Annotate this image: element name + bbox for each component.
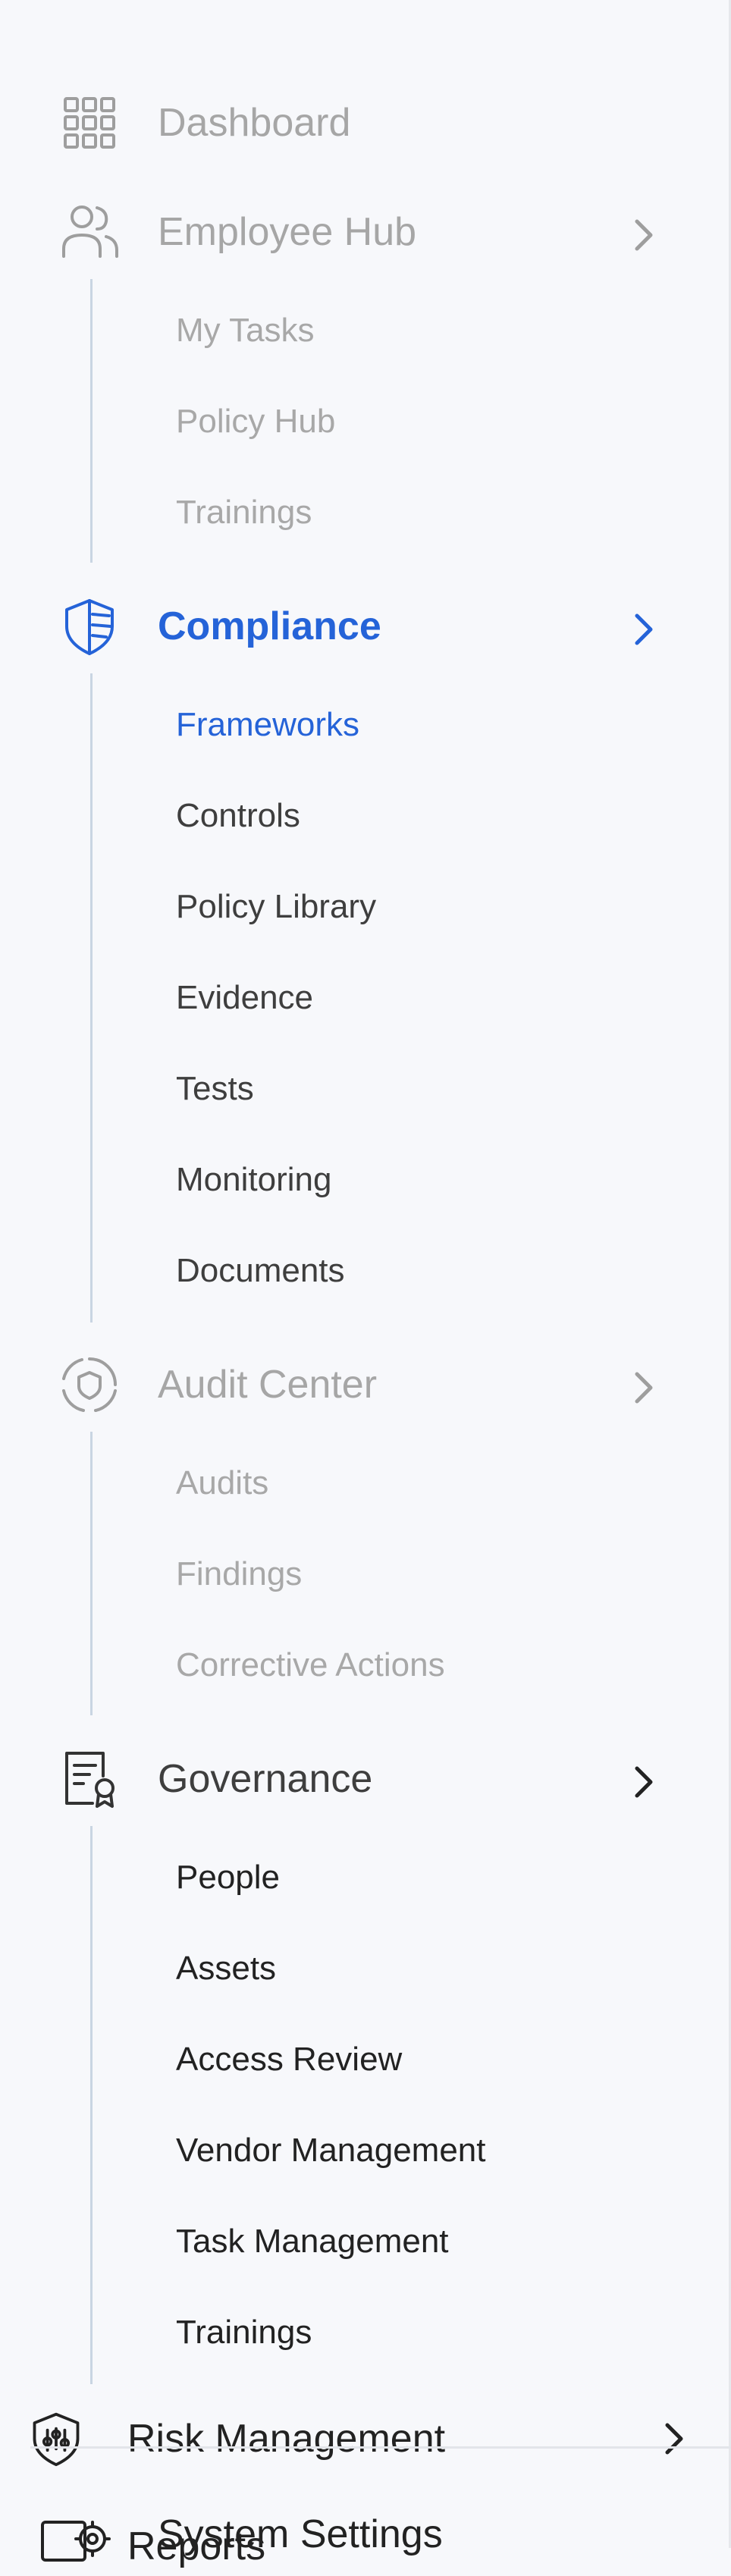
chevron-right-icon[interactable] bbox=[622, 214, 664, 256]
governance-item-trainings[interactable]: Trainings bbox=[176, 2310, 312, 2355]
governance-item-assets[interactable]: Assets bbox=[176, 1946, 276, 1991]
chevron-right-icon[interactable] bbox=[622, 1366, 664, 1409]
nav-audit-center-label: Audit Center bbox=[158, 1363, 378, 1407]
governance-item-vendor-management[interactable]: Vendor Management bbox=[176, 2128, 486, 2173]
compliance-item-tests[interactable]: Tests bbox=[176, 1066, 254, 1112]
audit-center-item-corrective-actions[interactable]: Corrective Actions bbox=[176, 1643, 445, 1688]
chevron-right-icon[interactable] bbox=[622, 1761, 664, 1803]
nav-compliance-label: Compliance bbox=[158, 604, 381, 648]
nav-employee-hub-label: Employee Hub bbox=[158, 210, 417, 254]
nav-dashboard[interactable]: Dashboard bbox=[0, 73, 731, 156]
nav-system-settings-label: System Settings bbox=[158, 2512, 443, 2556]
nav-governance-label: Governance bbox=[158, 1757, 373, 1801]
audit-center-tree-line bbox=[90, 1432, 93, 1715]
shield-icon bbox=[59, 596, 120, 657]
sidebar-divider bbox=[30, 2446, 731, 2449]
compliance-item-documents[interactable]: Documents bbox=[176, 1248, 345, 1294]
settings-icon bbox=[39, 2512, 115, 2572]
nav-system-settings[interactable]: Reports System Settings bbox=[0, 2502, 731, 2568]
nav-dashboard-label: Dashboard bbox=[158, 101, 351, 145]
compliance-item-frameworks[interactable]: Frameworks bbox=[176, 702, 359, 748]
employee-hub-item-my-tasks[interactable]: My Tasks bbox=[176, 308, 315, 353]
grid-icon bbox=[59, 93, 120, 153]
governance-item-people[interactable]: People bbox=[176, 1855, 280, 1900]
nav-risk-management-label: Risk Management bbox=[127, 2417, 446, 2461]
compliance-item-controls[interactable]: Controls bbox=[176, 793, 300, 839]
document-badge-icon bbox=[59, 1749, 120, 1809]
nav-risk-management[interactable]: Risk Management bbox=[0, 2404, 731, 2472]
chevron-right-icon[interactable] bbox=[652, 2418, 695, 2460]
chevron-right-icon[interactable] bbox=[622, 608, 664, 651]
employee-hub-item-trainings[interactable]: Trainings bbox=[176, 490, 312, 535]
governance-item-task-management[interactable]: Task Management bbox=[176, 2219, 449, 2264]
compliance-tree-line bbox=[90, 673, 93, 1323]
nav-employee-hub[interactable]: Employee Hub bbox=[0, 182, 731, 265]
compliance-item-policy-library[interactable]: Policy Library bbox=[176, 884, 376, 930]
compliance-item-evidence[interactable]: Evidence bbox=[176, 975, 313, 1021]
nav-governance[interactable]: Governance bbox=[0, 1729, 731, 1812]
governance-tree-line bbox=[90, 1826, 93, 2384]
employee-hub-item-policy-hub[interactable]: Policy Hub bbox=[176, 399, 335, 444]
shield-sliders-icon bbox=[27, 2410, 85, 2468]
audit-center-item-findings[interactable]: Findings bbox=[176, 1552, 302, 1597]
employee-hub-tree-line bbox=[90, 279, 93, 563]
governance-item-access-review[interactable]: Access Review bbox=[176, 2037, 402, 2082]
compliance-item-monitoring[interactable]: Monitoring bbox=[176, 1157, 331, 1203]
nav-audit-center[interactable]: Audit Center bbox=[0, 1335, 731, 1418]
users-icon bbox=[59, 202, 120, 262]
nav-compliance[interactable]: Compliance bbox=[0, 576, 731, 660]
audit-target-icon bbox=[59, 1354, 120, 1415]
audit-center-item-audits[interactable]: Audits bbox=[176, 1461, 268, 1506]
